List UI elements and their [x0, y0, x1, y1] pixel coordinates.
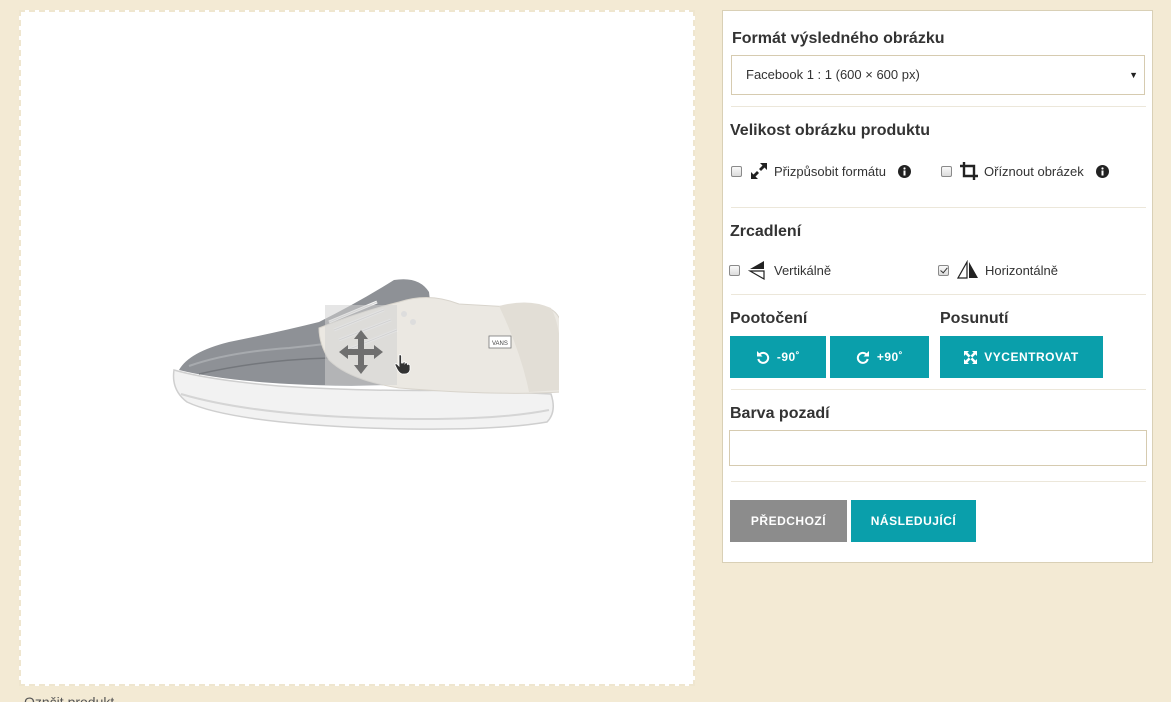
format-select-value: Facebook 1 : 1 (600 × 600 px) — [746, 67, 920, 82]
divider — [731, 106, 1146, 107]
mirror-horizontal-checkbox[interactable] — [938, 264, 949, 276]
mirror-horizontal-label: Horizontálně — [985, 262, 1058, 278]
size-title: Velikost obrázku produktu — [730, 122, 931, 139]
mirror-horizontal-option[interactable]: Horizontálně — [938, 260, 1058, 280]
fit-format-checkbox[interactable] — [731, 165, 742, 177]
shift-title: Posunutí — [940, 310, 1009, 327]
expand-arrows-icon — [964, 350, 978, 364]
rotation-title: Pootočení — [730, 310, 808, 327]
fit-format-label: Přizpůsobit formátu — [774, 163, 886, 179]
flip-vertical-icon — [748, 261, 765, 280]
rotate-right-button[interactable]: +90˚ — [830, 336, 929, 378]
crop-image-label: Oříznout obrázek — [984, 163, 1084, 179]
rotate-left-icon — [756, 351, 769, 364]
hand-cursor-icon — [394, 354, 411, 375]
info-icon[interactable] — [898, 164, 911, 178]
rotate-right-label: +90˚ — [876, 350, 904, 364]
format-select[interactable]: Facebook 1 : 1 (600 × 600 px) ▼ — [731, 55, 1145, 95]
fit-format-option[interactable]: Přizpůsobit formátu — [731, 162, 917, 180]
crop-icon — [960, 162, 978, 180]
image-preview-canvas[interactable]: VANS — [19, 10, 695, 686]
move-arrows-icon — [339, 330, 383, 374]
rotate-left-label: -90˚ — [776, 350, 801, 364]
crop-image-option[interactable]: Oříznout obrázek — [941, 162, 1115, 180]
divider — [731, 389, 1146, 390]
crop-image-checkbox[interactable] — [941, 165, 952, 177]
mirror-vertical-checkbox[interactable] — [729, 264, 740, 276]
next-label: NÁSLEDUJÍCÍ — [870, 514, 957, 528]
expand-icon — [751, 163, 767, 179]
preview-footer-text: Oznčit produkt — [24, 694, 115, 702]
divider — [731, 481, 1146, 482]
flip-horizontal-icon — [957, 260, 978, 279]
info-icon[interactable] — [1095, 164, 1109, 178]
previous-label: PŘEDCHOZÍ — [750, 514, 827, 528]
mirror-vertical-option[interactable]: Vertikálně — [729, 260, 831, 280]
center-label: VYCENTROVAT — [984, 350, 1079, 364]
rotate-right-icon — [856, 351, 869, 364]
chevron-down-icon: ▼ — [1129, 70, 1138, 80]
bg-color-input[interactable] — [729, 430, 1147, 466]
previous-button[interactable]: PŘEDCHOZÍ — [730, 500, 847, 542]
mirror-vertical-label: Vertikálně — [774, 262, 832, 278]
bg-color-title: Barva pozadí — [730, 405, 830, 422]
divider — [731, 207, 1146, 208]
next-button[interactable]: NÁSLEDUJÍCÍ — [851, 500, 976, 542]
settings-panel: Formát výsledného obrázku Facebook 1 : 1… — [722, 10, 1153, 563]
divider — [731, 294, 1146, 295]
format-title: Formát výsledného obrázku — [732, 30, 945, 47]
rotate-left-button[interactable]: -90˚ — [730, 336, 826, 378]
svg-text:VANS: VANS — [492, 341, 508, 347]
mirror-title: Zrcadlení — [730, 223, 802, 240]
center-button[interactable]: VYCENTROVAT — [940, 336, 1103, 378]
